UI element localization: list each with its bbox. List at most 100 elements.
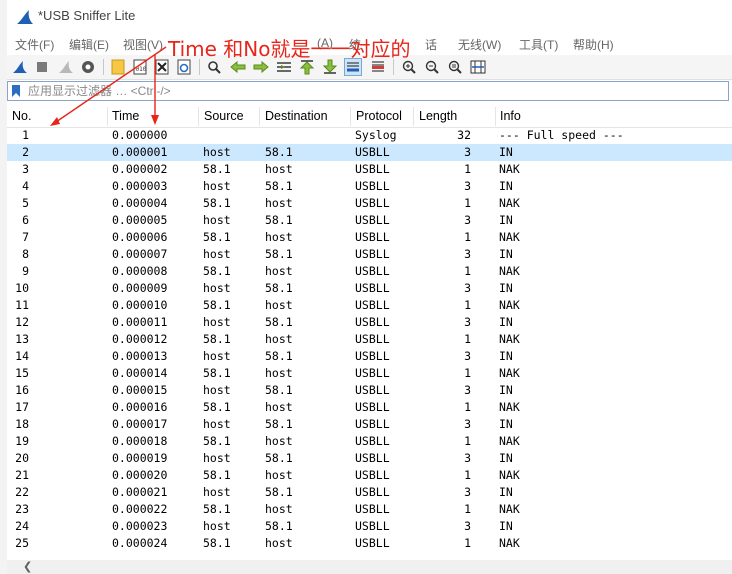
cell-no: 19	[15, 434, 29, 448]
cell-source: 58.1	[203, 434, 231, 448]
cell-no: 10	[15, 281, 29, 295]
save-file-icon[interactable]: 010	[131, 58, 149, 76]
menu-help[interactable]: 帮助(H)	[573, 36, 614, 53]
table-row[interactable]: 13 0.000012 58.1 host USBLL 1 NAK	[7, 331, 732, 348]
cell-time: 0.000014	[112, 366, 168, 380]
zoom-out-icon[interactable]	[423, 58, 441, 76]
cell-destination: host	[265, 332, 293, 346]
cell-length: 1	[464, 366, 471, 380]
cell-destination: host	[265, 536, 293, 550]
cell-protocol: USBLL	[355, 196, 390, 210]
table-row[interactable]: 8 0.000007 host 58.1 USBLL 3 IN	[7, 246, 732, 263]
stop-square-icon[interactable]	[33, 58, 51, 76]
cell-protocol: USBLL	[355, 332, 390, 346]
cell-source: host	[203, 349, 231, 363]
cell-info: NAK	[499, 332, 520, 346]
cell-source: 58.1	[203, 298, 231, 312]
cell-no: 12	[15, 315, 29, 329]
column-header-destination[interactable]: Destination	[265, 109, 328, 123]
cell-info: NAK	[499, 196, 520, 210]
menu-telephony[interactable]: 话	[425, 36, 437, 53]
resize-columns-icon[interactable]	[469, 58, 487, 76]
window-title: *USB Sniffer Lite	[38, 8, 136, 23]
table-row[interactable]: 14 0.000013 host 58.1 USBLL 3 IN	[7, 348, 732, 365]
packet-list-header: No. Time Source Destination Protocol Len…	[7, 106, 732, 128]
table-row[interactable]: 3 0.000002 58.1 host USBLL 1 NAK	[7, 161, 732, 178]
table-row[interactable]: 7 0.000006 58.1 host USBLL 1 NAK	[7, 229, 732, 246]
table-row[interactable]: 5 0.000004 58.1 host USBLL 1 NAK	[7, 195, 732, 212]
bookmark-filter-icon[interactable]	[11, 84, 21, 98]
column-header-time[interactable]: Time	[112, 109, 139, 123]
cell-info: IN	[499, 247, 513, 261]
cell-length: 3	[464, 349, 471, 363]
cell-info: IN	[499, 383, 513, 397]
cell-protocol: USBLL	[355, 519, 390, 533]
cell-source: 58.1	[203, 332, 231, 346]
display-filter-input[interactable]	[28, 83, 718, 99]
cell-no: 17	[15, 400, 29, 414]
options-gear-icon[interactable]	[79, 58, 97, 76]
cell-length: 1	[464, 468, 471, 482]
table-row[interactable]: 6 0.000005 host 58.1 USBLL 3 IN	[7, 212, 732, 229]
cell-length: 1	[464, 230, 471, 244]
cell-protocol: USBLL	[355, 434, 390, 448]
table-row[interactable]: 1 0.000000 Syslog 32 --- Full speed ---	[7, 127, 732, 144]
menu-view[interactable]: 视图(V)	[123, 36, 163, 53]
table-row[interactable]: 16 0.000015 host 58.1 USBLL 3 IN	[7, 382, 732, 399]
shark-fin-app-icon	[17, 10, 33, 24]
background-window-strip	[0, 0, 7, 574]
zoom-normal-icon[interactable]	[446, 58, 464, 76]
cell-protocol: USBLL	[355, 281, 390, 295]
cell-protocol: USBLL	[355, 315, 390, 329]
cell-destination: 58.1	[265, 451, 293, 465]
table-row[interactable]: 2 0.000001 host 58.1 USBLL 3 IN	[7, 144, 732, 161]
table-row[interactable]: 25 0.000024 58.1 host USBLL 1 NAK	[7, 535, 732, 552]
table-row[interactable]: 24 0.000023 host 58.1 USBLL 3 IN	[7, 518, 732, 535]
cell-source: host	[203, 519, 231, 533]
cell-length: 3	[464, 315, 471, 329]
cell-no: 16	[15, 383, 29, 397]
cell-source: host	[203, 485, 231, 499]
table-row[interactable]: 4 0.000003 host 58.1 USBLL 3 IN	[7, 178, 732, 195]
cell-protocol: USBLL	[355, 213, 390, 227]
menu-file[interactable]: 文件(F)	[15, 36, 54, 53]
cell-length: 1	[464, 400, 471, 414]
cell-info: --- Full speed ---	[499, 128, 624, 142]
cell-info: IN	[499, 281, 513, 295]
column-header-protocol[interactable]: Protocol	[356, 109, 402, 123]
table-row[interactable]: 18 0.000017 host 58.1 USBLL 3 IN	[7, 416, 732, 433]
cell-destination: host	[265, 162, 293, 176]
cell-length: 3	[464, 451, 471, 465]
menu-edit[interactable]: 编辑(E)	[69, 36, 109, 53]
table-row[interactable]: 9 0.000008 58.1 host USBLL 1 NAK	[7, 263, 732, 280]
table-row[interactable]: 20 0.000019 host 58.1 USBLL 3 IN	[7, 450, 732, 467]
table-row[interactable]: 17 0.000016 58.1 host USBLL 1 NAK	[7, 399, 732, 416]
cell-length: 1	[464, 434, 471, 448]
menu-tools[interactable]: 工具(T)	[519, 36, 558, 53]
table-row[interactable]: 11 0.000010 58.1 host USBLL 1 NAK	[7, 297, 732, 314]
column-header-source[interactable]: Source	[204, 109, 244, 123]
table-row[interactable]: 23 0.000022 58.1 host USBLL 1 NAK	[7, 501, 732, 518]
table-row[interactable]: 22 0.000021 host 58.1 USBLL 3 IN	[7, 484, 732, 501]
column-header-length[interactable]: Length	[419, 109, 457, 123]
horizontal-scrollbar[interactable]: ❮	[7, 560, 732, 574]
cell-info: IN	[499, 145, 513, 159]
column-header-info[interactable]: Info	[500, 109, 521, 123]
table-row[interactable]: 19 0.000018 58.1 host USBLL 1 NAK	[7, 433, 732, 450]
cell-time: 0.000017	[112, 417, 168, 431]
cell-source: host	[203, 179, 231, 193]
table-row[interactable]: 10 0.000009 host 58.1 USBLL 3 IN	[7, 280, 732, 297]
restart-fin-icon[interactable]	[57, 58, 75, 76]
table-row[interactable]: 21 0.000020 58.1 host USBLL 1 NAK	[7, 467, 732, 484]
cell-time: 0.000006	[112, 230, 168, 244]
cell-length: 1	[464, 298, 471, 312]
table-row[interactable]: 12 0.000011 host 58.1 USBLL 3 IN	[7, 314, 732, 331]
table-row[interactable]: 15 0.000014 58.1 host USBLL 1 NAK	[7, 365, 732, 382]
menu-wireless[interactable]: 无线(W)	[458, 36, 501, 53]
shark-fin-start-icon[interactable]	[11, 58, 29, 76]
open-file-icon[interactable]	[109, 58, 127, 76]
cell-protocol: USBLL	[355, 417, 390, 431]
scroll-left-arrow-icon[interactable]: ❮	[23, 560, 32, 573]
column-header-no[interactable]: No.	[12, 109, 31, 123]
cell-info: IN	[499, 349, 513, 363]
